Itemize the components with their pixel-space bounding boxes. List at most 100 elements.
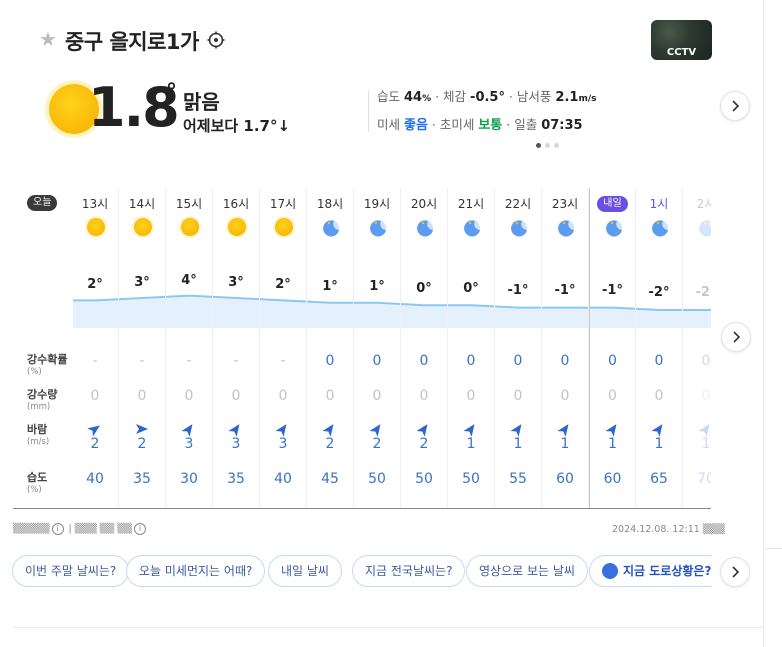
humidity-value: 50: [462, 471, 480, 487]
current-location-icon[interactable]: [207, 31, 225, 49]
suggestion-chip[interactable]: 영상으로 보는 날씨: [466, 555, 588, 587]
label-precip-prob: 강수확률 (%): [27, 353, 68, 377]
hour-temperature: -2°: [695, 285, 711, 300]
clear-night-icon: [697, 217, 711, 237]
hour-label: 22시: [504, 197, 532, 211]
wind-speed-value: 3: [231, 436, 241, 452]
wind-direction-icon: [463, 421, 478, 437]
precip-prob-value: -: [139, 353, 145, 369]
car-icon: [602, 562, 618, 579]
fine-dust-status: 보통: [478, 118, 503, 133]
suggestion-chip[interactable]: 내일 날씨: [268, 555, 342, 587]
humidity-value: 60: [603, 471, 622, 487]
wind-speed-value: 1: [701, 436, 711, 452]
wind-direction-icon: [651, 421, 666, 437]
wind-direction-icon: [698, 421, 711, 437]
precip-prob-value: 0: [419, 353, 429, 369]
precip-prob-value: 0: [325, 353, 335, 369]
humidity-value: 70: [697, 471, 711, 487]
wind-speed-value: 2: [325, 436, 335, 452]
wind-direction-icon: [369, 421, 384, 437]
yesterday-compare: 어제보다 1.7°↓: [183, 117, 291, 135]
chip-label: 오늘 미세먼지는 어때?: [139, 564, 253, 578]
precip-prob-value: -: [186, 353, 192, 369]
section-end-rule: [13, 627, 763, 628]
humidity-value: 35: [133, 471, 151, 487]
hour-label: 20시: [410, 197, 438, 211]
hour-column: 19시 1° 0 0 2 50: [354, 188, 401, 508]
hourly-bottom-rule: [13, 508, 711, 509]
suggestion-chips: 이번 주말 날씨는? 오늘 미세먼지는 어때? 내일 날씨 지금 전국날씨는? 영상으로…: [12, 555, 712, 589]
hour-column: 15시 4° - 0 3 30: [166, 188, 213, 508]
weather-summary-line1: 습도 44% · 체감 -0.5° · 남서풍 2.1m/s: [377, 89, 597, 105]
humidity-value: 50: [368, 471, 386, 487]
hour-label: 15시: [175, 197, 203, 211]
degree-symbol: °: [166, 80, 177, 105]
carousel-indicator[interactable]: [536, 143, 559, 148]
precip-value: 0: [560, 388, 570, 404]
hour-temperature: 2°: [87, 277, 103, 292]
weather-summary-line2: 미세 좋음 · 초미세 보통 · 일출 07:35: [377, 117, 583, 133]
hour-column: 내일 -1° 0 0 1 60: [589, 188, 636, 508]
suggestion-chip[interactable]: 이번 주말 날씨는?: [12, 555, 130, 587]
sunny-icon: [133, 217, 153, 237]
hour-temperature: -2°: [648, 285, 670, 300]
precip-prob-value: 0: [654, 353, 664, 369]
humidity-value: 30: [180, 471, 198, 487]
summary-next-button[interactable]: [720, 91, 750, 121]
precip-prob-value: 0: [513, 353, 523, 369]
hour-temperature: 3°: [228, 275, 244, 290]
hourly-next-button[interactable]: [721, 322, 751, 352]
hour-column: 13시 2° - 0 2 40: [72, 188, 119, 508]
wind-direction-icon: [181, 421, 196, 437]
chevron-right-icon: [733, 331, 741, 343]
cctv-label: CCTV: [666, 47, 697, 58]
hourly-forecast[interactable]: 13시 2° -0 2 40 14시 3° -0 2 35 15시 4° -0 3 30 16시 3° -0 3 35…: [13, 188, 711, 508]
precip-value: 0: [372, 388, 382, 404]
location-title[interactable]: 중구 을지로1가: [65, 26, 199, 56]
chip-label: 내일 날씨: [281, 564, 329, 578]
suggestion-chip[interactable]: 오늘 미세먼지는 어때?: [126, 555, 266, 587]
wind-speed-value: 1: [560, 436, 570, 452]
hour-column: 17시 2° - 0 3 40: [260, 188, 307, 508]
hour-column: 22시 -1° 0 0 1 55: [495, 188, 542, 508]
clear-night-icon: [509, 217, 529, 237]
suggestion-chip[interactable]: 지금 도로상황은?: [589, 555, 712, 587]
hour-label: 23시: [551, 197, 579, 211]
hour-column: 21시 0° 0 0 1 50: [448, 188, 495, 508]
page-divider-small: [765, 548, 782, 549]
chevron-right-icon: [732, 566, 740, 578]
humidity-value: 50: [415, 471, 433, 487]
wind-direction-icon: [510, 421, 525, 437]
chevron-right-icon: [732, 100, 740, 112]
chips-next-button[interactable]: [720, 557, 750, 587]
hour-label: 17시: [269, 197, 297, 211]
hour-column: 2시 -2° 0 0 1 70: [683, 188, 711, 508]
info-icon[interactable]: i: [133, 523, 146, 535]
humidity-value: 40: [86, 471, 104, 487]
precip-prob-value: 0: [560, 353, 570, 369]
precip-prob-value: 0: [608, 353, 617, 369]
cctv-thumbnail[interactable]: CCTV: [651, 20, 712, 60]
wind-speed-value: 3: [184, 436, 194, 452]
suggestion-chip[interactable]: 지금 전국날씨는?: [352, 555, 466, 587]
humidity-value: 60: [556, 471, 574, 487]
wind-speed-value: 2: [372, 436, 382, 452]
today-badge: 오늘: [27, 195, 58, 211]
precip-value: 0: [137, 388, 147, 404]
hour-column: 14시 3° - 0 2 35: [119, 188, 166, 508]
favorite-star-icon[interactable]: ★: [39, 28, 57, 50]
info-icon[interactable]: i: [51, 523, 64, 535]
hour-temperature: 1°: [369, 279, 385, 294]
precip-value: 0: [90, 388, 100, 404]
chip-label: 지금 도로상황은?: [623, 564, 712, 578]
wind-direction-icon: [228, 421, 243, 437]
hour-column: 1시 -2° 0 0 1 65: [636, 188, 683, 508]
wind-speed-value: 2: [419, 436, 429, 452]
wind-speed-value: 1: [608, 436, 617, 452]
precip-value: 0: [654, 388, 664, 404]
precip-prob-value: 0: [372, 353, 382, 369]
wind-direction-icon: [135, 421, 149, 435]
hour-temperature: 1°: [322, 279, 338, 294]
chip-label: 지금 전국날씨는?: [365, 564, 453, 578]
